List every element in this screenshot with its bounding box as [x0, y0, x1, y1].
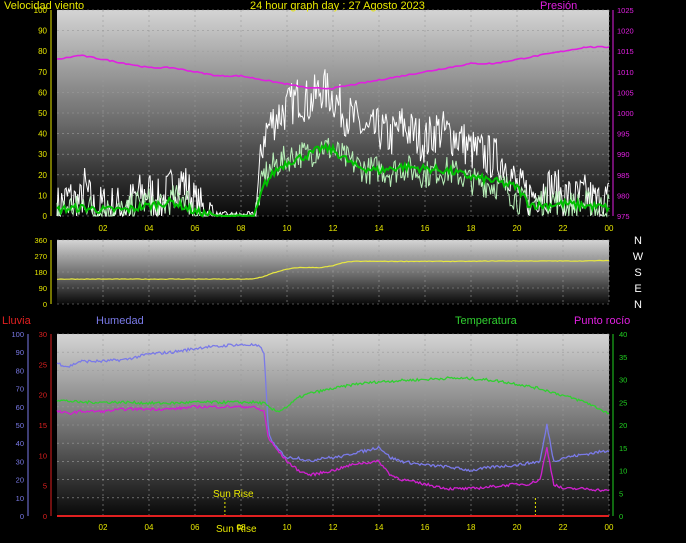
compass-label-e: E: [634, 283, 641, 295]
wind-x-tick-label: 06: [191, 224, 200, 233]
wind-x-tick-label: 02: [99, 224, 108, 233]
pressure-y-tick-label: 985: [617, 171, 630, 180]
humidity-x-tick-label: 18: [467, 523, 476, 532]
wind-y-tick-label: 50: [38, 109, 47, 118]
temperature-y-tick-label: 15: [619, 444, 627, 453]
temperature-y-tick-label: 25: [619, 398, 627, 407]
wind-x-tick-label: 04: [145, 224, 154, 233]
rain-y-tick-label: 15: [39, 421, 47, 430]
humidity-y-tick-label: 0: [20, 512, 24, 521]
pressure-y-tick-label: 1020: [617, 27, 634, 36]
humidity-y-tick-label: 50: [16, 421, 24, 430]
wind-y-tick-label: 30: [38, 150, 47, 159]
pressure-y-tick-label: 980: [617, 191, 630, 200]
wind-x-tick-label: 00: [605, 224, 614, 233]
rain-y-tick-label: 30: [39, 330, 47, 339]
direction-y-tick-label: 90: [39, 284, 47, 293]
direction-y-tick-label: 180: [34, 268, 47, 277]
temperature-y-tick-label: 30: [619, 376, 627, 385]
pressure-y-tick-label: 1010: [617, 68, 634, 77]
humidity-y-tick-label: 20: [16, 476, 24, 485]
humidity-x-tick-label: 02: [99, 523, 108, 532]
wind-x-tick-label: 12: [329, 224, 338, 233]
humidity-x-tick-label: 10: [283, 523, 292, 532]
rain-y-tick-label: 10: [39, 451, 47, 460]
weather-graph: 0102030405060708090100975980985990995100…: [11, 6, 644, 532]
page-title: 24 hour graph day : 27 Agosto 2023: [250, 0, 425, 12]
humidity-y-tick-label: 80: [16, 366, 24, 375]
humidity-x-tick-label: 12: [329, 523, 338, 532]
compass-label-n: N: [634, 235, 642, 247]
temperature-y-tick-label: 10: [619, 467, 627, 476]
humidity-y-tick-label: 70: [16, 385, 24, 394]
compass-label-s: S: [634, 267, 641, 279]
humidity-y-tick-label: 90: [16, 348, 24, 357]
temperature-y-tick-label: 20: [619, 421, 627, 430]
temperature-y-tick-label: 5: [619, 489, 623, 498]
pressure-y-tick-label: 975: [617, 212, 630, 221]
wind-y-tick-label: 20: [38, 171, 47, 180]
rain-y-tick-label: 5: [43, 482, 47, 491]
humidity-x-tick-label: 06: [191, 523, 200, 532]
direction-y-tick-label: 0: [43, 300, 47, 309]
humidity-y-tick-label: 40: [16, 439, 24, 448]
rain-label: Lluvia: [2, 315, 31, 327]
rain-y-tick-label: 0: [43, 512, 47, 521]
rain-y-tick-label: 20: [39, 391, 47, 400]
rain-y-tick-label: 25: [39, 360, 47, 369]
direction-y-tick-label: 360: [34, 236, 47, 245]
pressure-y-tick-label: 990: [617, 150, 630, 159]
humidity-y-tick-label: 60: [16, 403, 24, 412]
sunrise-label: Sun Rise: [213, 489, 254, 500]
humidity-y-tick-label: 30: [16, 457, 24, 466]
pressure-y-tick-label: 1000: [617, 109, 634, 118]
wind-x-tick-label: 20: [513, 224, 522, 233]
wind-y-tick-label: 0: [43, 212, 48, 221]
humidity-x-tick-label: 00: [605, 523, 614, 532]
temperature-y-tick-label: 40: [619, 330, 627, 339]
humidity-x-tick-label: 20: [513, 523, 522, 532]
wind-x-tick-label: 22: [559, 224, 568, 233]
humidity-x-tick-label: 14: [375, 523, 384, 532]
wind-y-tick-label: 90: [38, 27, 47, 36]
pressure-y-tick-label: 1025: [617, 6, 634, 15]
pressure-y-tick-label: 1015: [617, 47, 634, 56]
direction-y-tick-label: 270: [34, 252, 47, 261]
wind-speed-label: Velocidad viento: [4, 0, 85, 12]
humidity-y-tick-label: 100: [11, 330, 24, 339]
wind-y-tick-label: 10: [38, 191, 47, 200]
wind-y-tick-label: 40: [38, 130, 47, 139]
temperature-y-tick-label: 0: [619, 512, 623, 521]
pressure-y-tick-label: 995: [617, 130, 630, 139]
humidity-x-tick-label: 22: [559, 523, 568, 532]
temperature-y-tick-label: 35: [619, 353, 627, 362]
humidity-x-tick-label: 04: [145, 523, 154, 532]
temperature-label: Temperatura: [455, 315, 517, 327]
pressure-label: Presión: [540, 0, 578, 12]
pressure-y-tick-label: 1005: [617, 88, 634, 97]
sunrise-bottom-label: Sun Rise: [216, 524, 257, 535]
compass-label-w: W: [633, 251, 644, 263]
compass-label-n: N: [634, 299, 642, 311]
wind-x-tick-label: 08: [237, 224, 246, 233]
wind-y-tick-label: 60: [38, 88, 47, 97]
wind-x-tick-label: 10: [283, 224, 292, 233]
humidity-label: Humedad: [96, 315, 144, 327]
dewpoint-label: Punto rocío: [574, 315, 631, 327]
wind-y-tick-label: 70: [38, 68, 47, 77]
humidity-x-tick-label: 16: [421, 523, 430, 532]
humidity-y-tick-label: 10: [16, 494, 24, 503]
wind-y-tick-label: 80: [38, 47, 47, 56]
wind-x-tick-label: 16: [421, 224, 430, 233]
wind-x-tick-label: 14: [375, 224, 384, 233]
wind-x-tick-label: 18: [467, 224, 476, 233]
